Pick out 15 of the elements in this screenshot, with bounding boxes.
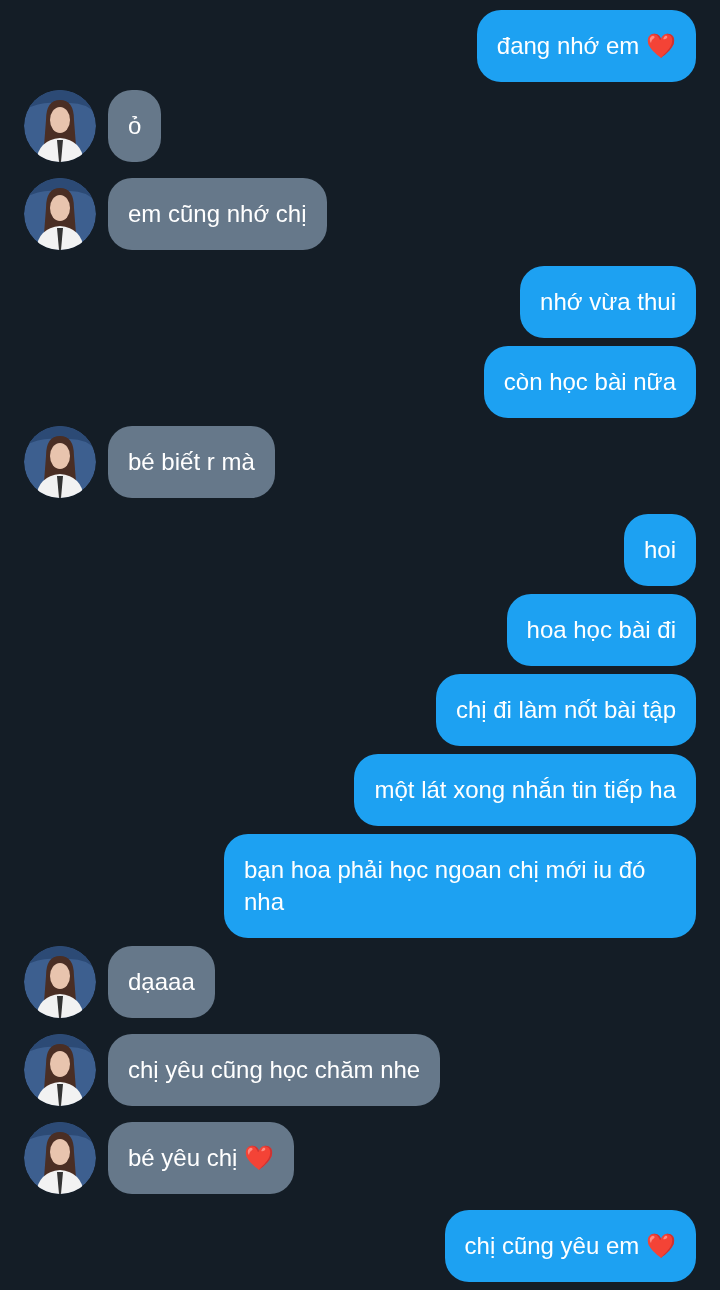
sent-message-bubble: đang nhớ em ❤	[476, 10, 696, 82]
received-message-bubble: bé biết r mà	[108, 426, 275, 498]
sent-message-bubble: hoi	[623, 514, 696, 586]
sent-message-bubble: một lát xong nhắn tin tiếp ha	[354, 754, 696, 826]
sent-message-bubble: nhớ vừa thui	[520, 266, 696, 338]
received-message-bubble: ỏ	[108, 90, 162, 162]
sent-message-bubble: còn học bài nữa	[483, 346, 696, 418]
sent-message-bubble: hoa học bài đi	[506, 594, 696, 666]
received-message-bubble: em cũng nhớ chị	[108, 178, 327, 250]
received-message-bubble: chị yêu cũng học chăm nhe	[108, 1034, 441, 1106]
sent-message-bubble: chị đi làm nốt bài tập	[435, 674, 696, 746]
sent-message-bubble: chị cũng yêu em ❤	[444, 1210, 696, 1282]
received-message-bubble: bé yêu chị ❤	[108, 1122, 295, 1194]
received-message-bubble: dạaaa	[108, 946, 215, 1018]
sent-message-bubble: bạn hoa phải học ngoan chị mới iu đó nha	[224, 834, 696, 938]
